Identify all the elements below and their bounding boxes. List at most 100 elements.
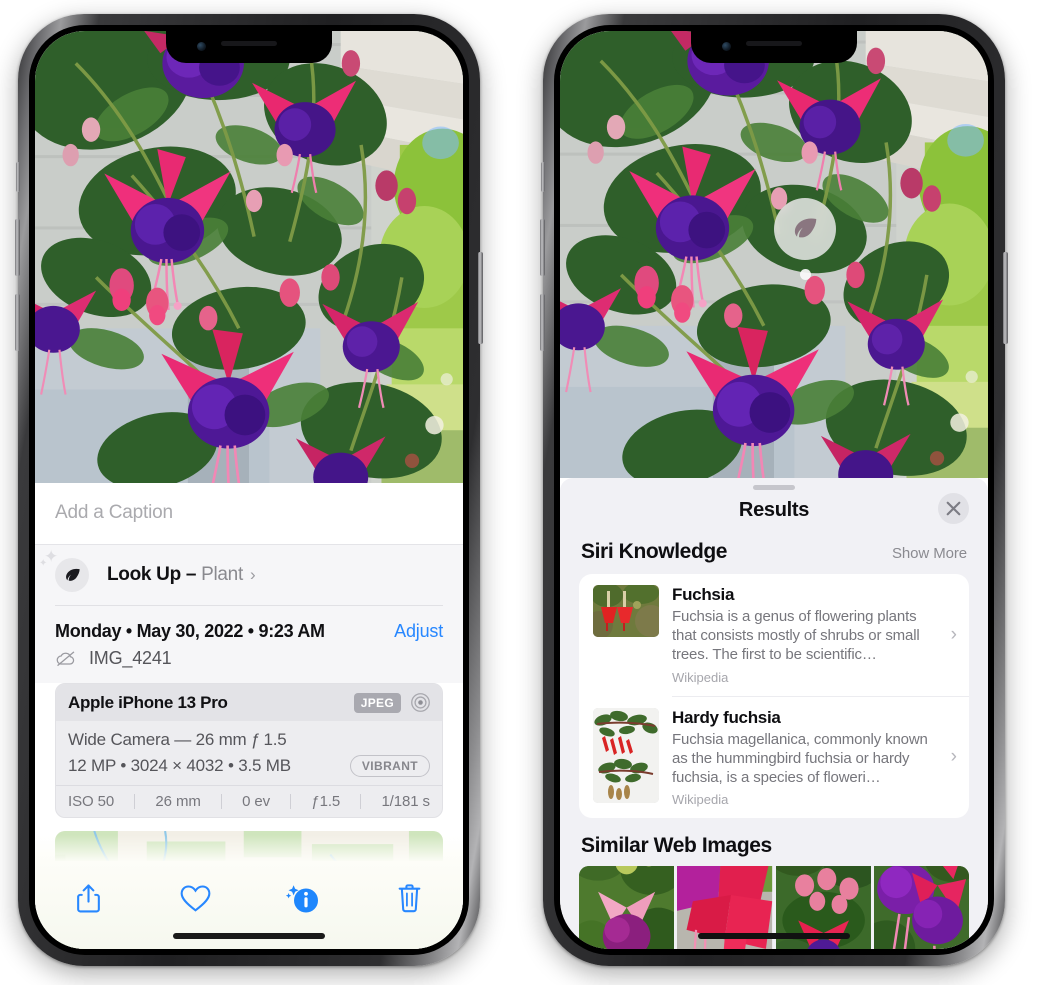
look-up-label: Look Up – Plant › xyxy=(107,564,256,586)
camera-model: Apple iPhone 13 Pro xyxy=(68,692,228,712)
fuchsia-flowers-photo xyxy=(35,31,463,483)
home-indicator[interactable] xyxy=(698,933,850,939)
look-up-row[interactable]: ✦ ✦ Look Up – Plant › xyxy=(35,545,463,605)
filename: IMG_4241 xyxy=(89,648,172,668)
lens-info: Wide Camera — 26 mm ƒ 1.5 xyxy=(68,730,287,749)
format-badge: JPEG xyxy=(353,692,401,713)
share-button[interactable] xyxy=(65,877,111,919)
power-button[interactable] xyxy=(1003,252,1008,344)
divider xyxy=(290,794,292,809)
exif-body: Wide Camera — 26 mm ƒ 1.5 12 MP • 3024 ×… xyxy=(56,721,442,785)
results-sheet: Results Siri Knowledge Show More Fuchsia… xyxy=(560,478,988,949)
fuchsia-web-image-4 xyxy=(874,866,969,949)
stat-focal: 26 mm xyxy=(155,793,201,810)
stat-ev: 0 ev xyxy=(242,793,271,810)
visual-look-up-badge[interactable] xyxy=(774,198,836,260)
share-icon xyxy=(76,883,100,912)
exif-stats-row: ISO 50 26 mm 0 ev ƒ1.5 1/181 s xyxy=(56,785,442,817)
photo-viewer[interactable] xyxy=(560,31,988,478)
volume-up-button[interactable] xyxy=(15,219,20,276)
iphone-right-visual-lookup: Results Siri Knowledge Show More Fuchsia… xyxy=(540,14,1008,966)
stat-shutter: 1/181 s xyxy=(381,793,430,810)
knowledge-row-fuchsia[interactable]: Fuchsia Fuchsia is a genus of flowering … xyxy=(579,574,969,696)
card-source: Wikipedia xyxy=(672,669,729,685)
card-text: Fuchsia Fuchsia is a genus of flowering … xyxy=(672,585,944,685)
volume-down-button[interactable] xyxy=(540,294,545,351)
look-up-section: ✦ ✦ Look Up – Plant › xyxy=(35,544,463,605)
show-more-button[interactable]: Show More xyxy=(892,545,967,562)
phone-screen: Results Siri Knowledge Show More Fuchsia… xyxy=(560,31,988,949)
knowledge-row-hardy-fuchsia[interactable]: Hardy fuchsia Fuchsia magellanica, commo… xyxy=(579,697,969,819)
chevron-right-icon: › xyxy=(950,746,957,768)
sheet-title: Results xyxy=(738,499,810,521)
visual-look-up-anchor-dot xyxy=(800,269,811,280)
section-title: Similar Web Images xyxy=(581,834,772,858)
volume-down-button[interactable] xyxy=(15,294,20,351)
card-title: Fuchsia xyxy=(672,585,735,604)
volume-up-button[interactable] xyxy=(540,219,545,276)
chevron-right-icon: › xyxy=(249,565,256,584)
info-button[interactable] xyxy=(280,877,326,919)
aperture-icon xyxy=(411,693,430,712)
heart-icon xyxy=(180,884,211,912)
web-image-1[interactable] xyxy=(579,866,674,949)
look-up-subject: Plant xyxy=(201,564,243,585)
cloud-slash-icon xyxy=(56,651,75,667)
fuchsia-flowers-photo xyxy=(560,31,988,478)
card-title: Hardy fuchsia xyxy=(672,707,781,727)
results-header: Results xyxy=(560,490,988,534)
leaf-icon: ✦ ✦ xyxy=(39,548,89,592)
leaf-glyph xyxy=(65,568,80,581)
knowledge-card-list: Fuchsia Fuchsia is a genus of flowering … xyxy=(579,574,969,819)
front-camera xyxy=(722,42,731,51)
phone-bezel: Add a Caption ✦ ✦ Look Up – Plant › Mond… xyxy=(29,25,469,955)
look-up-text: Look Up – xyxy=(107,564,202,585)
earpiece-speaker xyxy=(221,41,277,46)
photo-viewer[interactable] xyxy=(35,31,463,483)
silent-switch[interactable] xyxy=(16,162,20,192)
divider xyxy=(360,794,362,809)
exif-header: Apple iPhone 13 Pro JPEG xyxy=(56,684,442,721)
fuchsia-web-image-1 xyxy=(579,866,674,949)
favorite-button[interactable] xyxy=(172,877,218,919)
close-icon xyxy=(946,501,961,516)
earpiece-speaker xyxy=(746,41,802,46)
divider xyxy=(134,794,136,809)
web-image-4[interactable] xyxy=(874,866,969,949)
screenshot-stage: Add a Caption ✦ ✦ Look Up – Plant › Mond… xyxy=(0,0,1055,985)
info-sparkle-icon xyxy=(285,885,318,913)
resolution-size: 12 MP • 3024 × 4032 • 3.5 MB xyxy=(68,756,291,775)
phone-bezel: Results Siri Knowledge Show More Fuchsia… xyxy=(554,25,994,955)
close-button[interactable] xyxy=(938,493,969,524)
card-source: Wikipedia xyxy=(672,792,729,808)
section-title: Siri Knowledge xyxy=(581,540,728,563)
home-indicator[interactable] xyxy=(173,933,325,939)
fuchsia-red-flowers-thumb xyxy=(593,585,659,637)
power-button[interactable] xyxy=(478,252,483,344)
caption-input[interactable]: Add a Caption xyxy=(35,483,463,544)
exif-card[interactable]: Apple iPhone 13 Pro JPEG Wide Camera — 2… xyxy=(55,683,443,818)
hardy-fuchsia-specimen-thumb xyxy=(593,708,659,803)
filename-row: IMG_4241 xyxy=(55,642,443,683)
sparkle-small-icon: ✦ xyxy=(39,558,48,569)
card-text: Hardy fuchsia Fuchsia magellanica, commo… xyxy=(672,708,944,808)
front-camera xyxy=(197,42,206,51)
notch xyxy=(691,31,857,63)
trash-icon xyxy=(399,883,421,912)
siri-knowledge-header: Siri Knowledge Show More xyxy=(560,534,988,574)
leaf-icon xyxy=(794,218,817,238)
similar-web-images-header: Similar Web Images xyxy=(560,818,988,866)
card-thumbnail xyxy=(593,585,659,637)
toolbar-fade xyxy=(35,835,463,861)
stat-iso: ISO 50 xyxy=(68,793,115,810)
capture-date: Monday • May 30, 2022 • 9:23 AM xyxy=(55,621,325,641)
photo-info-sheet: Add a Caption ✦ ✦ Look Up – Plant › Mond… xyxy=(35,483,463,949)
notch xyxy=(166,31,332,63)
silent-switch[interactable] xyxy=(541,162,545,192)
delete-button[interactable] xyxy=(387,877,433,919)
iphone-left-photos-info: Add a Caption ✦ ✦ Look Up – Plant › Mond… xyxy=(15,14,483,966)
adjust-button[interactable]: Adjust xyxy=(394,621,443,642)
card-description: Fuchsia magellanica, commonly known as t… xyxy=(672,730,928,786)
stat-aperture: ƒ1.5 xyxy=(311,793,341,810)
photographic-style-badge: VIBRANT xyxy=(349,755,430,777)
